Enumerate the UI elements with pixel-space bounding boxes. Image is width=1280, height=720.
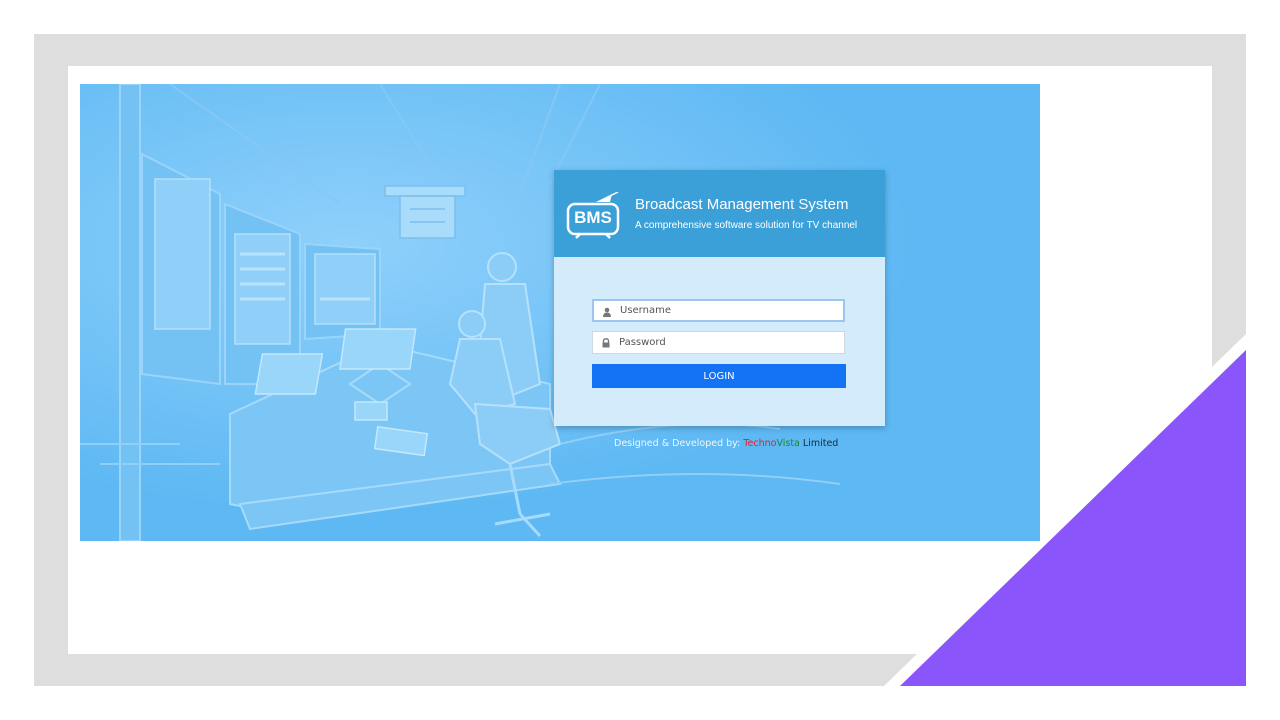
login-screenshot: BMS Broadcast Management System A compre… xyxy=(80,84,1040,541)
app-subtitle: A comprehensive software solution for TV… xyxy=(635,220,858,231)
app-title: Broadcast Management System xyxy=(635,196,849,213)
username-input[interactable] xyxy=(620,301,840,320)
login-button[interactable]: LOGIN xyxy=(592,364,846,388)
credit-prefix: Designed & Developed by: xyxy=(614,438,744,449)
username-field[interactable] xyxy=(592,299,845,322)
password-input[interactable] xyxy=(619,332,839,353)
credit-brand-vista[interactable]: Vista xyxy=(776,438,799,449)
credit-brand-techno[interactable]: Techno xyxy=(743,438,776,449)
lock-icon xyxy=(602,338,610,348)
password-field[interactable] xyxy=(592,331,845,354)
user-icon xyxy=(603,307,611,317)
login-card: BMS Broadcast Management System A compre… xyxy=(554,170,885,426)
credit-brand-limited[interactable]: Limited xyxy=(800,438,838,449)
footer-credit: Designed & Developed by: TechnoVista Lim… xyxy=(614,438,838,449)
login-card-header: BMS Broadcast Management System A compre… xyxy=(554,170,885,257)
logo-text: BMS xyxy=(574,208,612,227)
bms-logo: BMS xyxy=(566,191,622,240)
